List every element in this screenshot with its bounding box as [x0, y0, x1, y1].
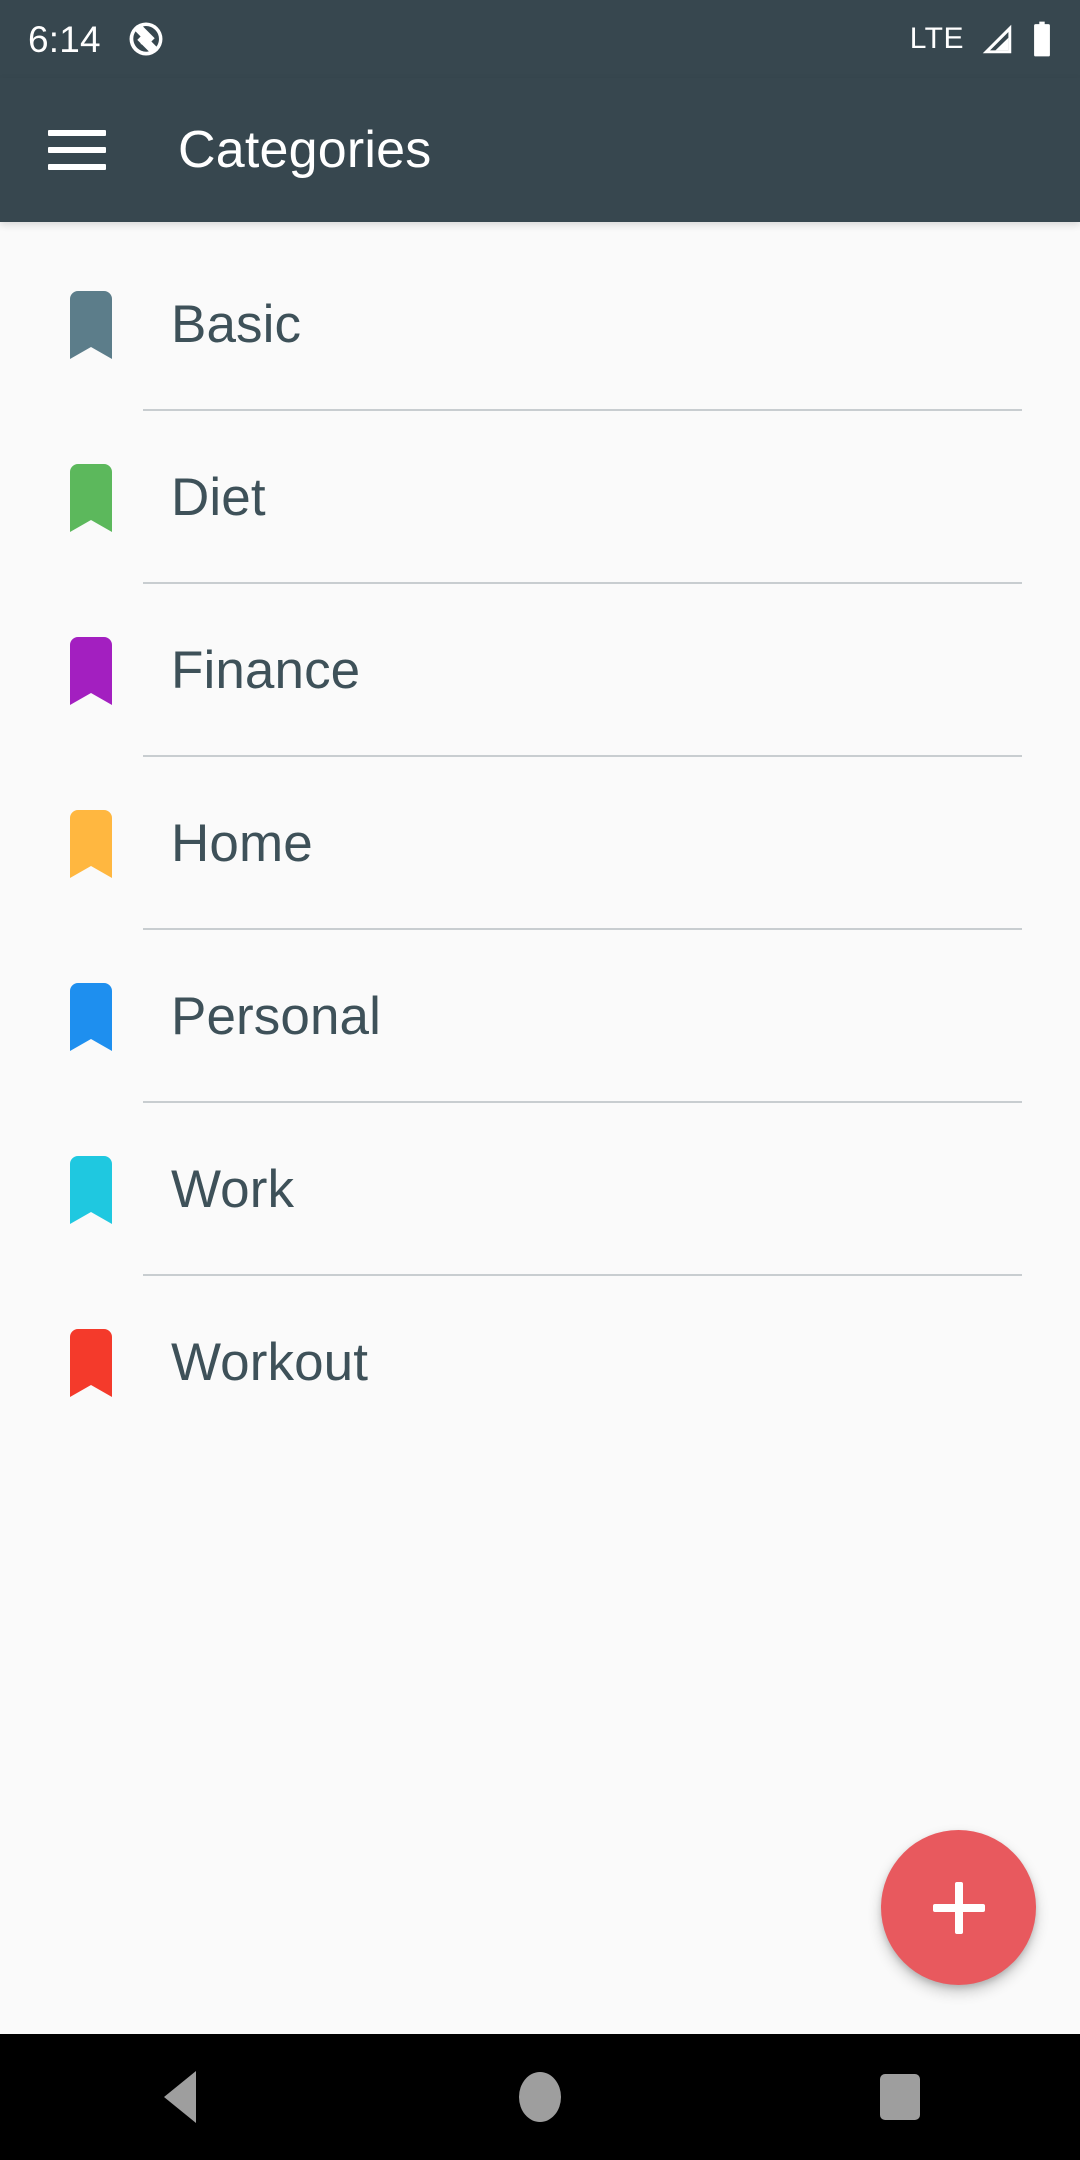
- list-item-label: Workout: [171, 1333, 369, 1392]
- list-item[interactable]: Work: [0, 1103, 1080, 1276]
- list-item-label: Work: [171, 1160, 295, 1219]
- bookmark-icon: [66, 636, 116, 705]
- bookmark-icon: [66, 1155, 116, 1224]
- list-item[interactable]: Personal: [0, 930, 1080, 1103]
- circle-home-icon: [519, 2072, 561, 2122]
- triangle-back-icon: [164, 2071, 196, 2123]
- status-time: 6:14: [28, 18, 101, 60]
- battery-full-icon: [1030, 20, 1054, 58]
- list-item[interactable]: Finance: [0, 584, 1080, 757]
- bookmark-icon: [66, 463, 116, 532]
- page-title: Categories: [178, 121, 432, 179]
- home-button[interactable]: [465, 2034, 615, 2160]
- status-system-icons: LTE: [910, 20, 1054, 58]
- bookmark-icon: [66, 290, 116, 359]
- list-item-label: Home: [171, 814, 313, 873]
- back-button[interactable]: [105, 2034, 255, 2160]
- square-recents-icon: [880, 2074, 920, 2120]
- list-item[interactable]: Workout: [0, 1276, 1080, 1449]
- list-item[interactable]: Home: [0, 757, 1080, 930]
- status-notification-icons: [127, 20, 165, 58]
- android-navigation-bar: [0, 2034, 1080, 2160]
- circle-slash-icon: [127, 20, 165, 58]
- phone-screen: 6:14 LTE Categories Basic Diet Finance H…: [0, 0, 1080, 2160]
- plus-icon: [932, 1881, 985, 1934]
- list-item[interactable]: Diet: [0, 411, 1080, 584]
- hamburger-menu-icon[interactable]: [48, 118, 112, 182]
- bookmark-icon: [66, 982, 116, 1051]
- menu-line: [48, 164, 106, 170]
- menu-line: [48, 147, 106, 153]
- list-item-label: Diet: [171, 468, 266, 527]
- signal-bars-icon: [978, 20, 1016, 58]
- recents-button[interactable]: [825, 2034, 975, 2160]
- categories-list: Basic Diet Finance Home Personal Work Wo…: [0, 222, 1080, 1449]
- list-item-label: Basic: [171, 295, 302, 354]
- menu-line: [48, 130, 106, 136]
- bookmark-icon: [66, 1328, 116, 1397]
- status-bar: 6:14 LTE: [0, 0, 1080, 78]
- network-type-label: LTE: [909, 22, 964, 55]
- list-item-label: Finance: [171, 641, 361, 700]
- app-bar: Categories: [0, 78, 1080, 222]
- bookmark-icon: [66, 809, 116, 878]
- list-item-label: Personal: [171, 987, 381, 1046]
- add-category-fab[interactable]: [881, 1830, 1036, 1985]
- list-item[interactable]: Basic: [0, 238, 1080, 411]
